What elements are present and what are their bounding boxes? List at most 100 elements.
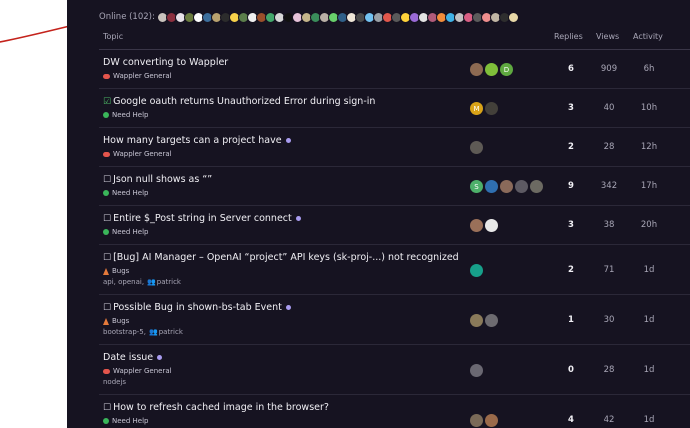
view-count: 909: [600, 64, 618, 74]
topic-title-link[interactable]: Possible Bug in shown-bs-tab Event: [113, 302, 282, 313]
poster-avatar[interactable]: [470, 63, 483, 76]
online-user-avatar[interactable]: [507, 11, 519, 23]
poster-avatar[interactable]: [470, 413, 483, 427]
activity-time[interactable]: 20h: [634, 220, 664, 230]
topic-row[interactable]: ☐ Json null shows as “” Need Help S 9 342 17h: [99, 167, 690, 206]
topic-title-line[interactable]: ☑ Google oauth returns Unauthorized Error…: [103, 96, 375, 107]
category-name[interactable]: Wappler General: [113, 150, 172, 158]
topic-row[interactable]: ☐ Entire $_Post string in Server connect N…: [99, 206, 690, 245]
tag-list[interactable]: bootstrap-5,: [103, 328, 146, 336]
help-icon: [103, 418, 109, 424]
poster-avatar[interactable]: [485, 219, 498, 232]
topic-title-link[interactable]: Google oauth returns Unauthorized Error …: [113, 96, 375, 107]
reply-count[interactable]: 2: [556, 142, 586, 152]
topic-category[interactable]: Need Help: [103, 111, 148, 119]
poster-avatar[interactable]: [470, 313, 483, 327]
poster-avatar[interactable]: [485, 63, 498, 76]
topic-row[interactable]: DW converting to Wappler Wappler General D…: [99, 50, 690, 89]
poster-avatar[interactable]: [485, 180, 498, 193]
category-name[interactable]: Need Help: [112, 417, 148, 425]
topic-category[interactable]: Need Help: [103, 228, 148, 236]
activity-time[interactable]: 10h: [634, 103, 664, 113]
header-views[interactable]: Views: [596, 32, 619, 41]
topic-category[interactable]: Bugs: [103, 317, 129, 325]
category-name[interactable]: Need Help: [112, 228, 148, 236]
topic-title-line[interactable]: ☐ How to refresh cached image in the brow…: [103, 402, 329, 413]
reply-count[interactable]: 6: [556, 64, 586, 74]
topic-category[interactable]: Wappler General: [103, 150, 172, 158]
activity-time[interactable]: 17h: [634, 181, 664, 191]
topic-posters: D: [470, 63, 515, 76]
reply-count[interactable]: 2: [556, 265, 586, 275]
topic-title-link[interactable]: DW converting to Wappler: [103, 57, 228, 68]
reply-count[interactable]: 3: [556, 220, 586, 230]
participant-name[interactable]: patrick: [159, 328, 183, 336]
reply-count[interactable]: 9: [556, 181, 586, 191]
topic-row[interactable]: ☑ Google oauth returns Unauthorized Error…: [99, 89, 690, 128]
chat-bubble-icon: [103, 151, 110, 157]
topic-row[interactable]: ☐ Possible Bug in shown-bs-tab Event Bugs b…: [99, 295, 690, 345]
poster-avatar[interactable]: [485, 413, 498, 427]
topic-title-link[interactable]: Entire $_Post string in Server connect: [113, 213, 292, 224]
participant-name[interactable]: patrick: [157, 278, 181, 286]
topic-title-link[interactable]: Json null shows as “”: [113, 174, 212, 185]
topic-category[interactable]: Need Help: [103, 417, 148, 425]
topic-row[interactable]: ☐ [Bug] AI Manager – OpenAI “project” API…: [99, 245, 690, 295]
activity-time[interactable]: 1d: [634, 415, 664, 425]
category-name[interactable]: Need Help: [112, 189, 148, 197]
category-name[interactable]: Bugs: [112, 317, 129, 325]
activity-time[interactable]: 1d: [634, 315, 664, 325]
topic-category[interactable]: Wappler General: [103, 72, 172, 80]
topic-row[interactable]: Date issue Wappler General nodejs 0 28 1d: [99, 345, 690, 395]
poster-avatar[interactable]: M: [470, 102, 483, 115]
unread-dot-icon: [295, 216, 301, 221]
poster-avatar[interactable]: [470, 263, 483, 277]
category-name[interactable]: Bugs: [112, 267, 129, 275]
poster-avatar[interactable]: [500, 180, 513, 193]
topic-title-link[interactable]: How to refresh cached image in the brows…: [113, 402, 329, 413]
topic-title-line[interactable]: ☐ [Bug] AI Manager – OpenAI “project” API…: [103, 252, 459, 263]
header-topic[interactable]: Topic: [103, 32, 123, 41]
reply-count[interactable]: 0: [556, 365, 586, 375]
view-count: 342: [600, 181, 618, 191]
topic-row[interactable]: How many targets can a project have Wappl…: [99, 128, 690, 167]
reply-count[interactable]: 1: [556, 315, 586, 325]
activity-time[interactable]: 1d: [634, 265, 664, 275]
tag-list[interactable]: nodejs: [103, 378, 126, 386]
topic-title-link[interactable]: [Bug] AI Manager – OpenAI “project” API …: [113, 252, 459, 263]
topic-title-line[interactable]: ☐ Possible Bug in shown-bs-tab Event: [103, 302, 291, 313]
topic-category[interactable]: Bugs: [103, 267, 129, 275]
category-name[interactable]: Wappler General: [113, 72, 172, 80]
topic-title-link[interactable]: How many targets can a project have: [103, 135, 282, 146]
topic-category[interactable]: Need Help: [103, 189, 148, 197]
activity-time[interactable]: 1d: [634, 365, 664, 375]
reply-count[interactable]: 4: [556, 415, 586, 425]
topic-row[interactable]: ☐ How to refresh cached image in the brow…: [99, 395, 690, 428]
poster-avatar[interactable]: [485, 102, 498, 115]
tag-list[interactable]: api, openai,: [103, 278, 144, 286]
topic-title-link[interactable]: Date issue: [103, 352, 153, 363]
unread-dot-icon: [285, 305, 291, 310]
topic-title-line[interactable]: ☐ Entire $_Post string in Server connect: [103, 213, 301, 224]
category-name[interactable]: Wappler General: [113, 367, 172, 375]
activity-time[interactable]: 12h: [634, 142, 664, 152]
reply-count[interactable]: 3: [556, 103, 586, 113]
header-activity[interactable]: Activity: [633, 32, 663, 41]
header-replies[interactable]: Replies: [554, 32, 583, 41]
poster-avatar[interactable]: [470, 141, 483, 154]
topic-title-line[interactable]: DW converting to Wappler: [103, 57, 228, 68]
poster-avatar[interactable]: [470, 219, 483, 232]
topic-title-line[interactable]: Date issue: [103, 352, 163, 363]
poster-avatar[interactable]: [470, 363, 483, 377]
poster-avatar[interactable]: S: [470, 180, 483, 193]
poster-avatar[interactable]: D: [500, 63, 513, 76]
topic-category[interactable]: Wappler General: [103, 367, 172, 375]
poster-avatar[interactable]: [515, 180, 528, 193]
activity-time[interactable]: 6h: [634, 64, 664, 74]
topic-title-line[interactable]: How many targets can a project have: [103, 135, 291, 146]
poster-avatar[interactable]: [485, 313, 498, 327]
view-count: 30: [603, 314, 615, 325]
poster-avatar[interactable]: [530, 180, 543, 193]
topic-title-line[interactable]: ☐ Json null shows as “”: [103, 174, 212, 185]
category-name[interactable]: Need Help: [112, 111, 148, 119]
